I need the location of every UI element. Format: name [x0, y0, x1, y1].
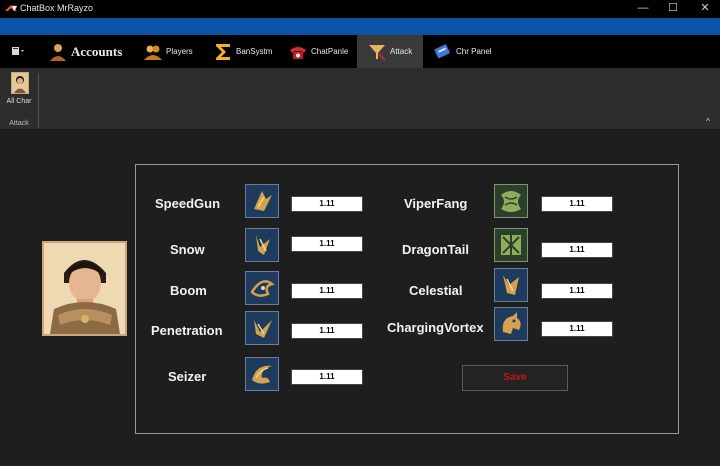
ribbon-group-label: Attack: [9, 120, 29, 127]
players-icon: [144, 45, 162, 60]
character-portrait-icon: [11, 72, 29, 94]
skill-label-celestial: Celestial: [409, 283, 463, 298]
boom-value-input[interactable]: 1.11: [291, 283, 363, 299]
minimize-button[interactable]: —: [628, 1, 658, 17]
skill-label-snow: Snow: [170, 242, 205, 257]
seizer-value-input[interactable]: 1.11: [291, 369, 363, 385]
seizer-icon: [245, 357, 279, 391]
skill-label-dragontail: DragonTail: [402, 242, 469, 257]
speedgun-icon: [245, 184, 279, 218]
sigma-icon: [216, 43, 230, 60]
tab-label: ChatPanle: [311, 47, 349, 56]
penetration-value-input[interactable]: 1.11: [291, 323, 363, 339]
skill-label-seizer: Seizer: [168, 369, 207, 384]
ribbon-panel: [0, 68, 720, 130]
dragontail-value-input[interactable]: 1.11: [541, 242, 613, 258]
skill-label-speedgun: SpeedGun: [155, 196, 221, 211]
phone-icon: [290, 46, 306, 59]
tab-attack[interactable]: Attack: [357, 35, 423, 68]
skill-label-boom: Boom: [170, 283, 207, 298]
tab-accounts[interactable]: Accounts: [48, 35, 128, 68]
tab-label: BanSystm: [236, 47, 273, 56]
tab-chr-panel[interactable]: Chr Panel: [433, 35, 498, 68]
chr-panel-icon: [434, 43, 450, 58]
tab-label: Attack: [390, 47, 413, 56]
boom-icon: [245, 271, 279, 305]
snow-value-input[interactable]: 1.11: [291, 236, 363, 252]
all-char-button[interactable]: All Char: [3, 72, 35, 110]
viperfang-value-input[interactable]: 1.11: [541, 196, 613, 212]
snow-icon: [245, 228, 279, 262]
title-bar: [0, 0, 720, 18]
tab-chatpanle[interactable]: ChatPanle: [288, 35, 350, 68]
tab-label: Chr Panel: [456, 47, 492, 56]
collapse-ribbon-icon[interactable]: ^: [706, 117, 710, 126]
accounts-icon: [50, 43, 66, 61]
window-title: ChatBox MrRayzo: [20, 3, 94, 13]
celestial-value-input[interactable]: 1.11: [541, 283, 613, 299]
celestial-icon: [494, 268, 528, 302]
speedgun-value-input[interactable]: 1.11: [291, 196, 363, 212]
tab-players[interactable]: Players: [143, 35, 198, 68]
maximize-button[interactable]: ☐: [658, 1, 688, 17]
character-image: [44, 243, 125, 334]
viperfang-icon: [494, 184, 528, 218]
tab-bansystm[interactable]: BanSystm: [213, 35, 273, 68]
chargingvortex-value-input[interactable]: 1.11: [541, 321, 613, 337]
character-portrait: [42, 241, 127, 336]
tab-label: Players: [166, 47, 193, 56]
skill-label-chargingvortex: ChargingVortex: [387, 320, 484, 335]
penetration-icon: [245, 311, 279, 345]
dragontail-icon: [494, 228, 528, 262]
quick-access-dropdown-icon[interactable]: ▼: [10, 3, 19, 13]
ribbon-separator: [38, 73, 39, 128]
skill-label-viperfang: ViperFang: [404, 196, 468, 211]
application-menu-icon[interactable]: [12, 46, 24, 56]
tab-label: Accounts: [71, 43, 123, 59]
attack-icon: [369, 44, 386, 61]
close-button[interactable]: ✕: [690, 1, 720, 17]
quick-access-toolbar: [0, 18, 720, 35]
all-char-label: All Char: [6, 98, 32, 105]
skill-label-penetration: Penetration: [151, 323, 223, 338]
save-button[interactable]: Save: [462, 365, 568, 391]
chargingvortex-icon: [494, 307, 528, 341]
